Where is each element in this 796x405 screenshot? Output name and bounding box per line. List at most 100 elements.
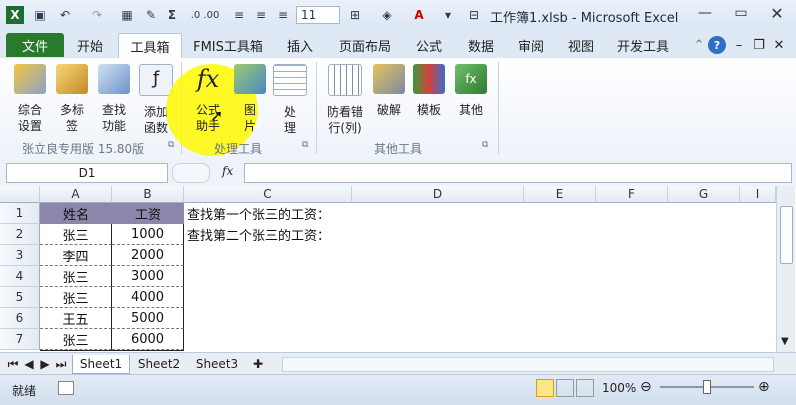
- note-cell[interactable]: 查找第二个张三的工资：: [187, 224, 330, 245]
- table-header-cell[interactable]: 工资: [112, 203, 184, 224]
- excel-logo-icon[interactable]: X: [6, 6, 24, 24]
- formula-bar-handle[interactable]: [172, 163, 210, 183]
- table-cell[interactable]: 4000: [112, 287, 184, 308]
- row-header[interactable]: 2: [0, 224, 40, 245]
- close-icon[interactable]: ✕: [760, 2, 794, 24]
- row-header[interactable]: 4: [0, 266, 40, 287]
- tab-view[interactable]: 视图: [558, 33, 604, 57]
- zoom-level[interactable]: 100%: [602, 381, 636, 395]
- save-icon[interactable]: ▣: [32, 6, 48, 24]
- column-header[interactable]: E: [524, 186, 596, 203]
- align-center-icon[interactable]: ≡: [252, 6, 270, 24]
- multi-tab-button[interactable]: 多标 签: [54, 64, 90, 134]
- dialog-launcher-icon[interactable]: ⧉: [482, 140, 488, 150]
- column-header[interactable]: D: [352, 186, 524, 203]
- column-header[interactable]: C: [184, 186, 352, 203]
- doc-close-icon[interactable]: ✕: [770, 33, 788, 57]
- next-sheet-icon[interactable]: ▶: [38, 355, 52, 373]
- tab-home[interactable]: 开始: [66, 33, 114, 57]
- row-header[interactable]: 7: [0, 329, 40, 350]
- select-all-corner[interactable]: [0, 186, 40, 203]
- sheet-tab[interactable]: Sheet1: [72, 355, 130, 374]
- borders-icon[interactable]: ⊞: [344, 6, 366, 24]
- tab-toolbox[interactable]: 工具箱: [118, 33, 182, 58]
- tab-formulas[interactable]: 公式: [404, 33, 454, 57]
- sheet-tab[interactable]: Sheet2: [132, 355, 186, 373]
- table-cell[interactable]: 张三: [40, 287, 112, 308]
- format-painter-icon[interactable]: ✎: [142, 6, 160, 24]
- table-cell[interactable]: 1000: [112, 224, 184, 245]
- zoom-in-icon[interactable]: ⊕: [758, 379, 770, 395]
- table-cell[interactable]: 5000: [112, 308, 184, 329]
- zoom-out-icon[interactable]: ⊖: [640, 379, 652, 395]
- row-header[interactable]: 5: [0, 287, 40, 308]
- dialog-launcher-icon[interactable]: ⧉: [302, 140, 308, 150]
- insert-sheet-icon[interactable]: ✚: [248, 355, 268, 373]
- tab-insert[interactable]: 插入: [276, 33, 324, 57]
- scrollbar-thumb[interactable]: [780, 206, 793, 264]
- undo-icon[interactable]: ↶: [54, 6, 76, 24]
- font-color-icon[interactable]: A: [408, 6, 430, 24]
- column-header[interactable]: A: [40, 186, 112, 203]
- row-header[interactable]: 3: [0, 245, 40, 266]
- process-button[interactable]: 处 理: [272, 64, 308, 136]
- print-preview-icon[interactable]: ⊟: [466, 6, 482, 24]
- name-box[interactable]: D1: [6, 163, 168, 183]
- scroll-down-icon[interactable]: ▼: [781, 336, 789, 347]
- insert-function-icon[interactable]: fx: [222, 164, 233, 178]
- other-button[interactable]: fx 其他: [454, 64, 488, 118]
- last-sheet-icon[interactable]: ⏭: [54, 355, 68, 373]
- column-header[interactable]: F: [596, 186, 668, 203]
- note-cell[interactable]: 查找第一个张三的工资：: [187, 203, 330, 224]
- doc-restore-icon[interactable]: ❐: [750, 33, 768, 57]
- column-header[interactable]: G: [668, 186, 740, 203]
- picture-button[interactable]: 图 片: [232, 64, 268, 134]
- table-cell[interactable]: 2000: [112, 245, 184, 266]
- formula-input[interactable]: [244, 163, 792, 183]
- anti-misread-button[interactable]: 防看错 行(列): [322, 64, 368, 136]
- comprehensive-settings-button[interactable]: 综合 设置: [12, 64, 48, 134]
- help-icon[interactable]: ?: [708, 36, 726, 54]
- sheet-tab[interactable]: Sheet3: [190, 355, 244, 373]
- tab-fmis-toolbox[interactable]: FMIS工具箱: [184, 33, 272, 57]
- row-header[interactable]: 1: [0, 203, 40, 224]
- prev-sheet-icon[interactable]: ◀: [22, 355, 36, 373]
- macro-record-icon[interactable]: [58, 381, 74, 395]
- page-break-view-icon[interactable]: [576, 379, 594, 397]
- table-header-cell[interactable]: 姓名: [40, 203, 112, 224]
- spreadsheet-grid[interactable]: A B C D E F G I 1 2 3 4 5 6 7 姓名 工资 张三 1…: [0, 186, 796, 352]
- maximize-icon[interactable]: ▭: [724, 2, 758, 24]
- tab-review[interactable]: 审阅: [508, 33, 554, 57]
- table-cell[interactable]: 张三: [40, 329, 112, 350]
- crack-button[interactable]: 破解: [372, 64, 406, 118]
- row-header[interactable]: 6: [0, 308, 40, 329]
- tab-file[interactable]: 文件: [6, 33, 64, 57]
- tab-data[interactable]: 数据: [458, 33, 504, 57]
- table-cell[interactable]: 6000: [112, 329, 184, 350]
- decimal-icon[interactable]: .0 .00: [184, 6, 226, 24]
- template-button[interactable]: 模板: [412, 64, 446, 118]
- sigma-icon[interactable]: Σ: [164, 6, 180, 24]
- font-size-field[interactable]: 11: [296, 6, 340, 24]
- table-cell[interactable]: 张三: [40, 266, 112, 287]
- doc-minimize-icon[interactable]: –: [730, 33, 748, 57]
- minimize-icon[interactable]: —: [688, 2, 722, 24]
- calendar-icon[interactable]: ▦: [118, 6, 136, 24]
- tab-developer[interactable]: 开发工具: [610, 33, 676, 57]
- vertical-scrollbar[interactable]: ▼: [776, 186, 795, 352]
- customize-icon[interactable]: ▾: [440, 6, 456, 24]
- align-right-icon[interactable]: ≡: [274, 6, 292, 24]
- fill-color-icon[interactable]: ◈: [376, 6, 398, 24]
- table-cell[interactable]: 张三: [40, 224, 112, 245]
- align-left-icon[interactable]: ≡: [230, 6, 248, 24]
- dialog-launcher-icon[interactable]: ⧉: [168, 140, 174, 150]
- table-cell[interactable]: 3000: [112, 266, 184, 287]
- zoom-slider-thumb[interactable]: [703, 380, 711, 394]
- normal-view-icon[interactable]: [536, 379, 554, 397]
- column-header[interactable]: B: [112, 186, 184, 203]
- minimize-ribbon-icon[interactable]: ⌃: [690, 33, 708, 57]
- redo-icon[interactable]: ↷: [86, 6, 108, 24]
- find-function-button[interactable]: 查找 功能: [96, 64, 132, 134]
- table-cell[interactable]: 李四: [40, 245, 112, 266]
- table-cell[interactable]: 王五: [40, 308, 112, 329]
